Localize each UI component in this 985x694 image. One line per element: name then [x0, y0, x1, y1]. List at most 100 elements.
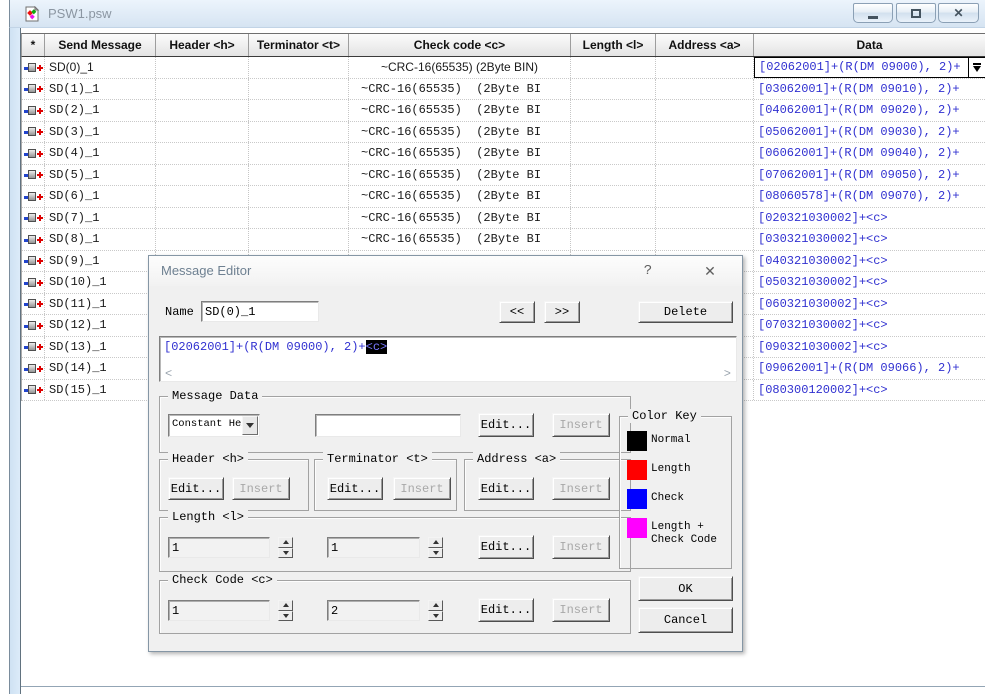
row-checkcode-cell[interactable]: ~CRC-16(65535) (2Byte BI — [349, 79, 571, 100]
row-checkcode-cell[interactable]: ~CRC-16(65535) (2Byte BI — [349, 229, 571, 250]
row-header-cell[interactable] — [156, 229, 249, 250]
row-status-cell[interactable] — [22, 337, 45, 358]
table-row[interactable]: SD(3)_1~CRC-16(65535) (2Byte BI[05062001… — [22, 122, 985, 144]
name-input[interactable] — [201, 301, 319, 322]
table-row[interactable]: SD(7)_1~CRC-16(65535) (2Byte BI[02032103… — [22, 208, 985, 230]
row-address-cell[interactable] — [656, 208, 754, 229]
spin-up-button[interactable] — [428, 537, 443, 548]
row-checkcode-cell[interactable]: ~CRC-16(65535) (2Byte BI — [349, 122, 571, 143]
row-data-cell[interactable]: [02062001]+(R(DM 09000), 2)+ — [754, 57, 985, 78]
spin-down-button[interactable] — [428, 548, 443, 559]
row-terminator-cell[interactable] — [249, 229, 349, 250]
row-name-cell[interactable]: SD(5)_1 — [45, 165, 156, 186]
row-name-cell[interactable]: SD(1)_1 — [45, 79, 156, 100]
row-status-cell[interactable] — [22, 272, 45, 293]
row-name-cell[interactable]: SD(4)_1 — [45, 143, 156, 164]
row-name-cell[interactable]: SD(6)_1 — [45, 186, 156, 207]
column-header-header[interactable]: Header <h> — [156, 34, 249, 56]
row-length-cell[interactable] — [571, 186, 656, 207]
table-row[interactable]: SD(4)_1~CRC-16(65535) (2Byte BI[06062001… — [22, 143, 985, 165]
row-length-cell[interactable] — [571, 100, 656, 121]
row-terminator-cell[interactable] — [249, 208, 349, 229]
spin-up-button[interactable] — [278, 600, 293, 611]
row-header-cell[interactable] — [156, 208, 249, 229]
row-name-cell[interactable]: SD(7)_1 — [45, 208, 156, 229]
row-length-cell[interactable] — [571, 57, 656, 78]
row-terminator-cell[interactable] — [249, 57, 349, 78]
dialog-help-button[interactable]: ? — [639, 262, 657, 280]
row-data-cell[interactable]: [070321030002]+<c> — [754, 315, 985, 336]
next-message-button[interactable]: >> — [544, 301, 580, 323]
row-header-cell[interactable] — [156, 122, 249, 143]
message-preview-box[interactable]: [02062001]+(R(DM 09000), 2)+<c> < > — [159, 336, 737, 382]
row-terminator-cell[interactable] — [249, 122, 349, 143]
cancel-button[interactable]: Cancel — [638, 607, 733, 633]
row-checkcode-cell[interactable]: ~CRC-16(65535) (2Byte BI — [349, 143, 571, 164]
row-status-cell[interactable] — [22, 165, 45, 186]
row-data-cell[interactable]: [04062001]+(R(DM 09020), 2)+ — [754, 100, 985, 121]
row-address-cell[interactable] — [656, 165, 754, 186]
check-code-edit-button[interactable]: Edit... — [478, 598, 534, 622]
row-length-cell[interactable] — [571, 122, 656, 143]
row-header-cell[interactable] — [156, 79, 249, 100]
column-header-address[interactable]: Address <a> — [656, 34, 754, 56]
row-data-cell[interactable]: [07062001]+(R(DM 09050), 2)+ — [754, 165, 985, 186]
column-header-terminator[interactable]: Terminator <t> — [249, 34, 349, 56]
row-data-cell[interactable]: [040321030002]+<c> — [754, 251, 985, 272]
column-header-status[interactable]: * — [22, 34, 45, 56]
data-dropdown-button[interactable] — [968, 58, 985, 77]
table-row[interactable]: SD(1)_1 ~CRC-16(65535) (2Byte BI [03062001… — [22, 79, 985, 101]
row-status-cell[interactable] — [22, 57, 45, 78]
row-address-cell[interactable] — [656, 186, 754, 207]
row-checkcode-cell[interactable]: ~CRC-16(65535) (2Byte BI — [349, 186, 571, 207]
row-status-cell[interactable] — [22, 208, 45, 229]
row-data-cell[interactable]: [060321030002]+<c> — [754, 294, 985, 315]
row-name-cell[interactable]: SD(14)_1 — [45, 358, 156, 379]
row-status-cell[interactable] — [22, 294, 45, 315]
delete-button[interactable]: Delete — [638, 301, 733, 323]
row-name-cell[interactable]: SD(12)_1 — [45, 315, 156, 336]
ok-button[interactable]: OK — [638, 576, 733, 601]
length-edit-button[interactable]: Edit... — [478, 535, 534, 559]
scroll-left-icon[interactable]: < — [165, 368, 172, 380]
row-status-cell[interactable] — [22, 122, 45, 143]
window-title-bar[interactable]: PSW1.psw ✕ — [9, 0, 985, 28]
row-header-cell[interactable] — [156, 57, 249, 78]
header-edit-button[interactable]: Edit... — [168, 477, 224, 500]
row-terminator-cell[interactable] — [249, 186, 349, 207]
row-status-cell[interactable] — [22, 186, 45, 207]
row-length-cell[interactable] — [571, 165, 656, 186]
row-name-cell[interactable]: SD(9)_1 — [45, 251, 156, 272]
row-address-cell[interactable] — [656, 57, 754, 78]
row-terminator-cell[interactable] — [249, 143, 349, 164]
maximize-button[interactable] — [896, 3, 936, 23]
message-type-select[interactable]: Constant Hex — [168, 414, 260, 437]
row-name-cell[interactable]: SD(0)_1 — [45, 57, 156, 78]
row-header-cell[interactable] — [156, 186, 249, 207]
row-status-cell[interactable] — [22, 251, 45, 272]
row-data-cell[interactable]: [08060578]+(R(DM 09070), 2)+ — [754, 186, 985, 207]
row-checkcode-cell[interactable]: ~CRC-16(65535) (2Byte BI — [349, 208, 571, 229]
row-header-cell[interactable] — [156, 165, 249, 186]
row-terminator-cell[interactable] — [249, 100, 349, 121]
row-name-cell[interactable]: SD(11)_1 — [45, 294, 156, 315]
spin-up-button[interactable] — [428, 600, 443, 611]
close-button[interactable]: ✕ — [938, 3, 979, 23]
dialog-title-bar[interactable]: Message Editor ? ✕ — [149, 256, 742, 286]
row-terminator-cell[interactable] — [249, 165, 349, 186]
row-address-cell[interactable] — [656, 100, 754, 121]
row-address-cell[interactable] — [656, 79, 754, 100]
row-data-cell[interactable]: [05062001]+(R(DM 09030), 2)+ — [754, 122, 985, 143]
spin-down-button[interactable] — [278, 611, 293, 622]
row-length-cell[interactable] — [571, 208, 656, 229]
column-header-length[interactable]: Length <l> — [571, 34, 656, 56]
row-address-cell[interactable] — [656, 122, 754, 143]
row-checkcode-cell[interactable]: ~CRC-16(65535) (2Byte BI — [349, 100, 571, 121]
row-status-cell[interactable] — [22, 315, 45, 336]
table-row[interactable]: SD(2)_1~CRC-16(65535) (2Byte BI[04062001… — [22, 100, 985, 122]
row-status-cell[interactable] — [22, 100, 45, 121]
chevron-down-icon[interactable] — [242, 416, 258, 435]
row-data-cell[interactable]: [03062001]+(R(DM 09010), 2)+ — [754, 79, 985, 100]
row-header-cell[interactable] — [156, 100, 249, 121]
row-status-cell[interactable] — [22, 380, 45, 401]
